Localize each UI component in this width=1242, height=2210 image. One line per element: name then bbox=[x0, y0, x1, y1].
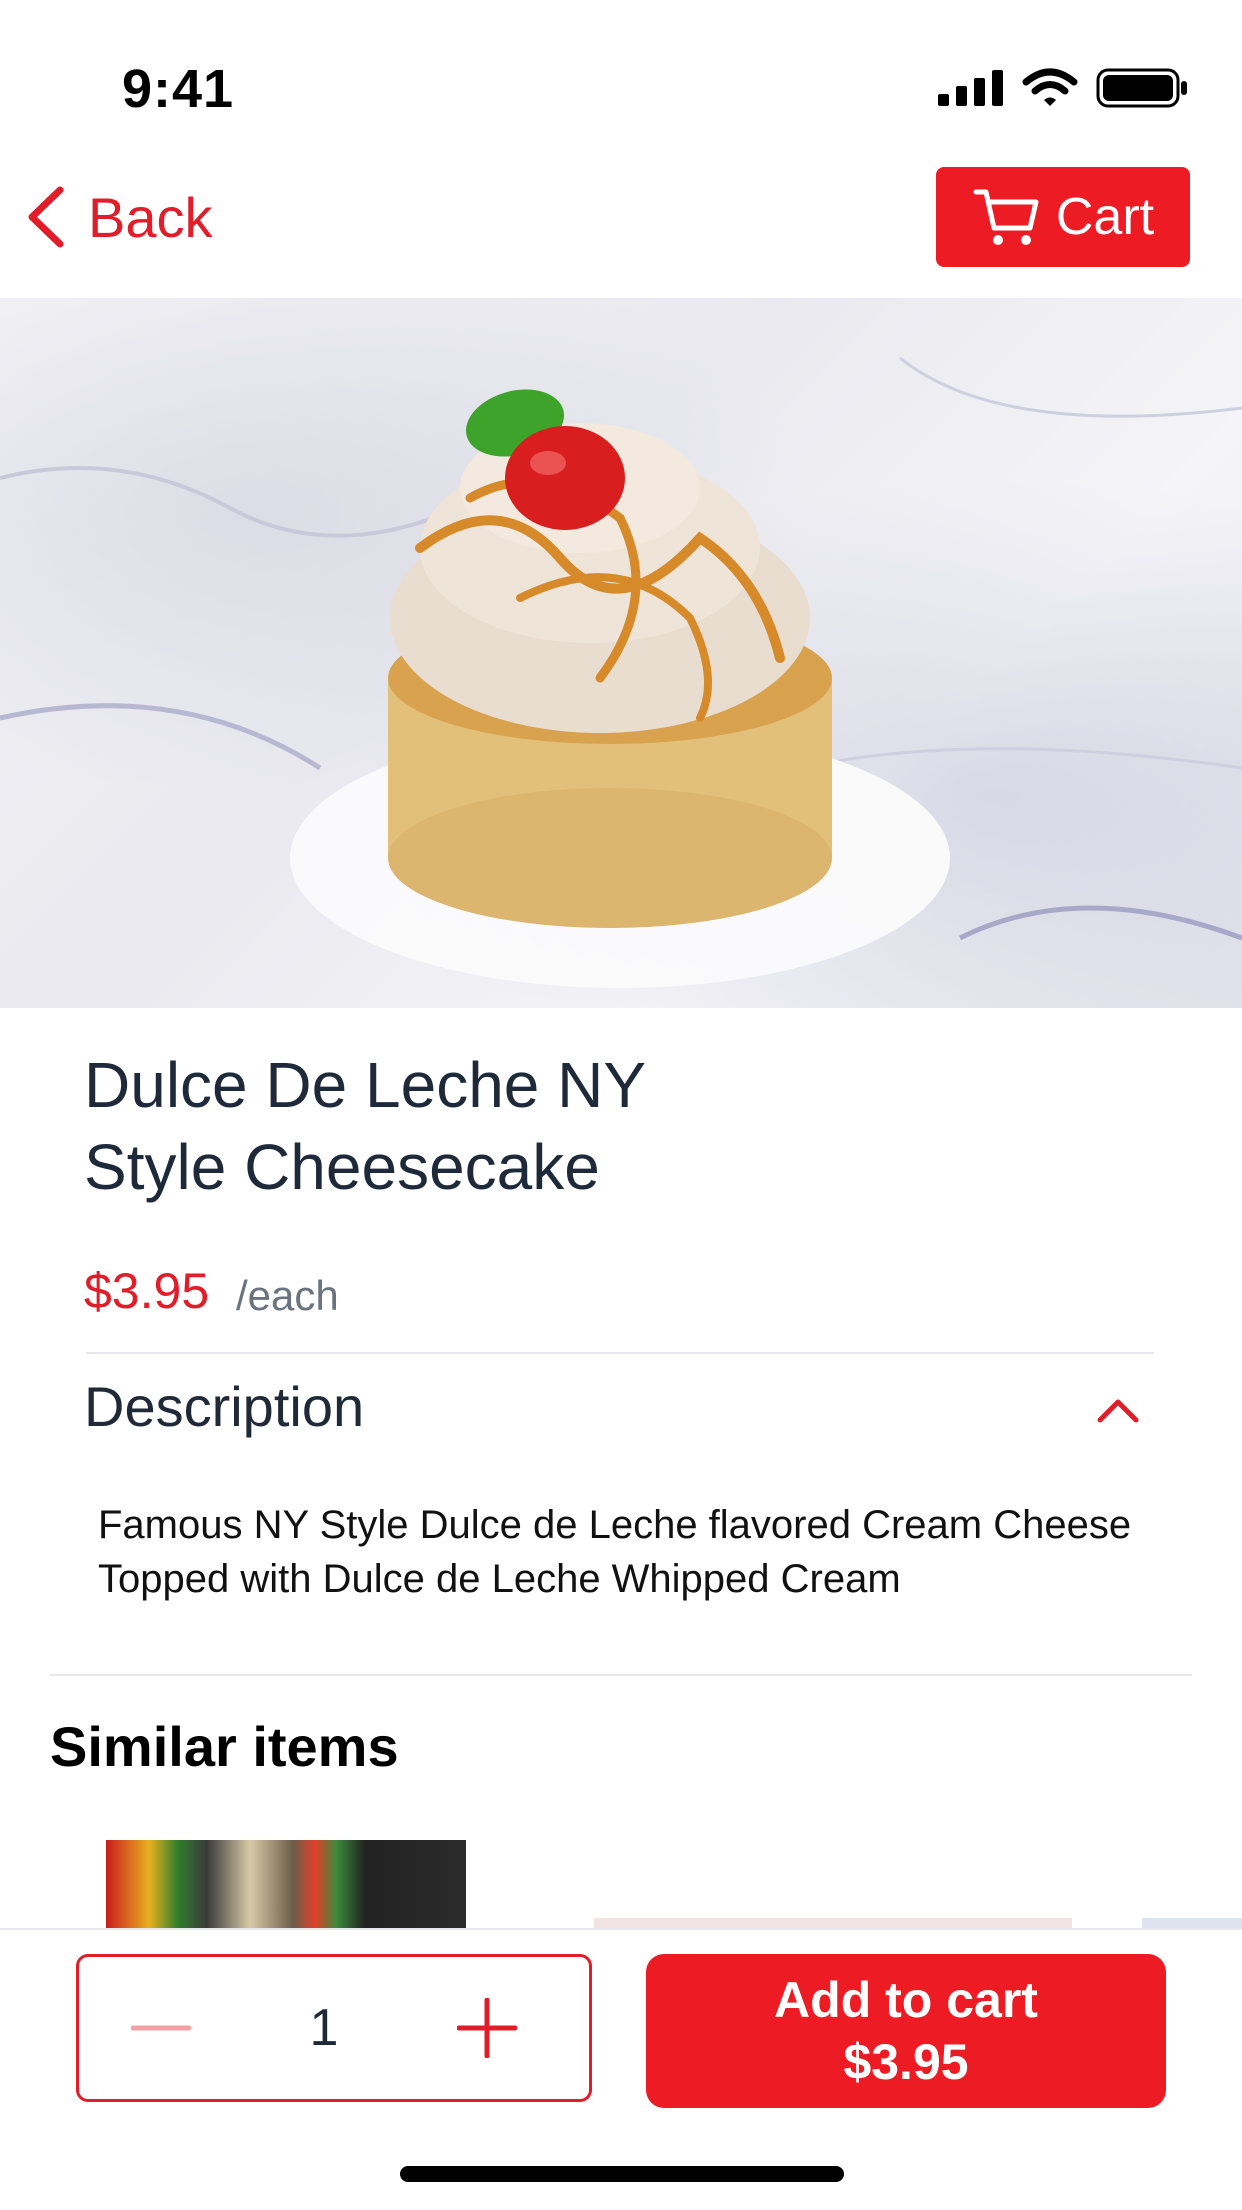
quantity-stepper: 1 bbox=[76, 1954, 592, 2102]
back-button[interactable]: Back bbox=[26, 180, 213, 254]
minus-icon bbox=[131, 2025, 191, 2031]
wifi-icon bbox=[1022, 68, 1078, 106]
product-price: $3.95 bbox=[84, 1263, 210, 1319]
status-icons bbox=[938, 66, 1188, 110]
add-to-cart-button[interactable]: Add to cart $3.95 bbox=[646, 1954, 1166, 2108]
similar-item-image[interactable] bbox=[106, 1840, 466, 1930]
product-title-line1: Dulce De Leche NY bbox=[84, 1049, 647, 1121]
chevron-left-icon bbox=[28, 186, 64, 248]
add-to-cart-label: Add to cart bbox=[774, 1972, 1038, 2028]
description-heading[interactable]: Description bbox=[84, 1374, 364, 1439]
price-unit: /each bbox=[236, 1272, 339, 1319]
product-title: Dulce De Leche NY Style Cheesecake bbox=[84, 1044, 984, 1208]
increase-button[interactable] bbox=[456, 1998, 517, 2058]
cart-button[interactable]: Cart bbox=[936, 167, 1190, 267]
battery-icon bbox=[1096, 68, 1187, 108]
cart-icon bbox=[973, 189, 1039, 245]
similar-items-heading: Similar items bbox=[50, 1715, 399, 1778]
chevron-up-icon[interactable] bbox=[1092, 1390, 1144, 1430]
signal-icon bbox=[938, 70, 1003, 106]
status-time: 9:41 bbox=[122, 59, 235, 119]
divider bbox=[50, 1674, 1192, 1676]
plus-icon bbox=[456, 1998, 517, 2058]
cart-label: Cart bbox=[1055, 188, 1155, 246]
description-text: Famous NY Style Dulce de Leche flavored … bbox=[98, 1503, 1132, 1601]
decrease-button[interactable] bbox=[131, 1998, 191, 2058]
product-title-line2: Style Cheesecake bbox=[84, 1131, 600, 1203]
product-image bbox=[0, 298, 1242, 1008]
home-indicator[interactable] bbox=[400, 2166, 844, 2182]
quantity-value: 1 bbox=[309, 1999, 339, 2057]
divider bbox=[86, 1352, 1154, 1354]
back-label: Back bbox=[88, 185, 213, 249]
add-to-cart-price: $3.95 bbox=[843, 2034, 969, 2090]
